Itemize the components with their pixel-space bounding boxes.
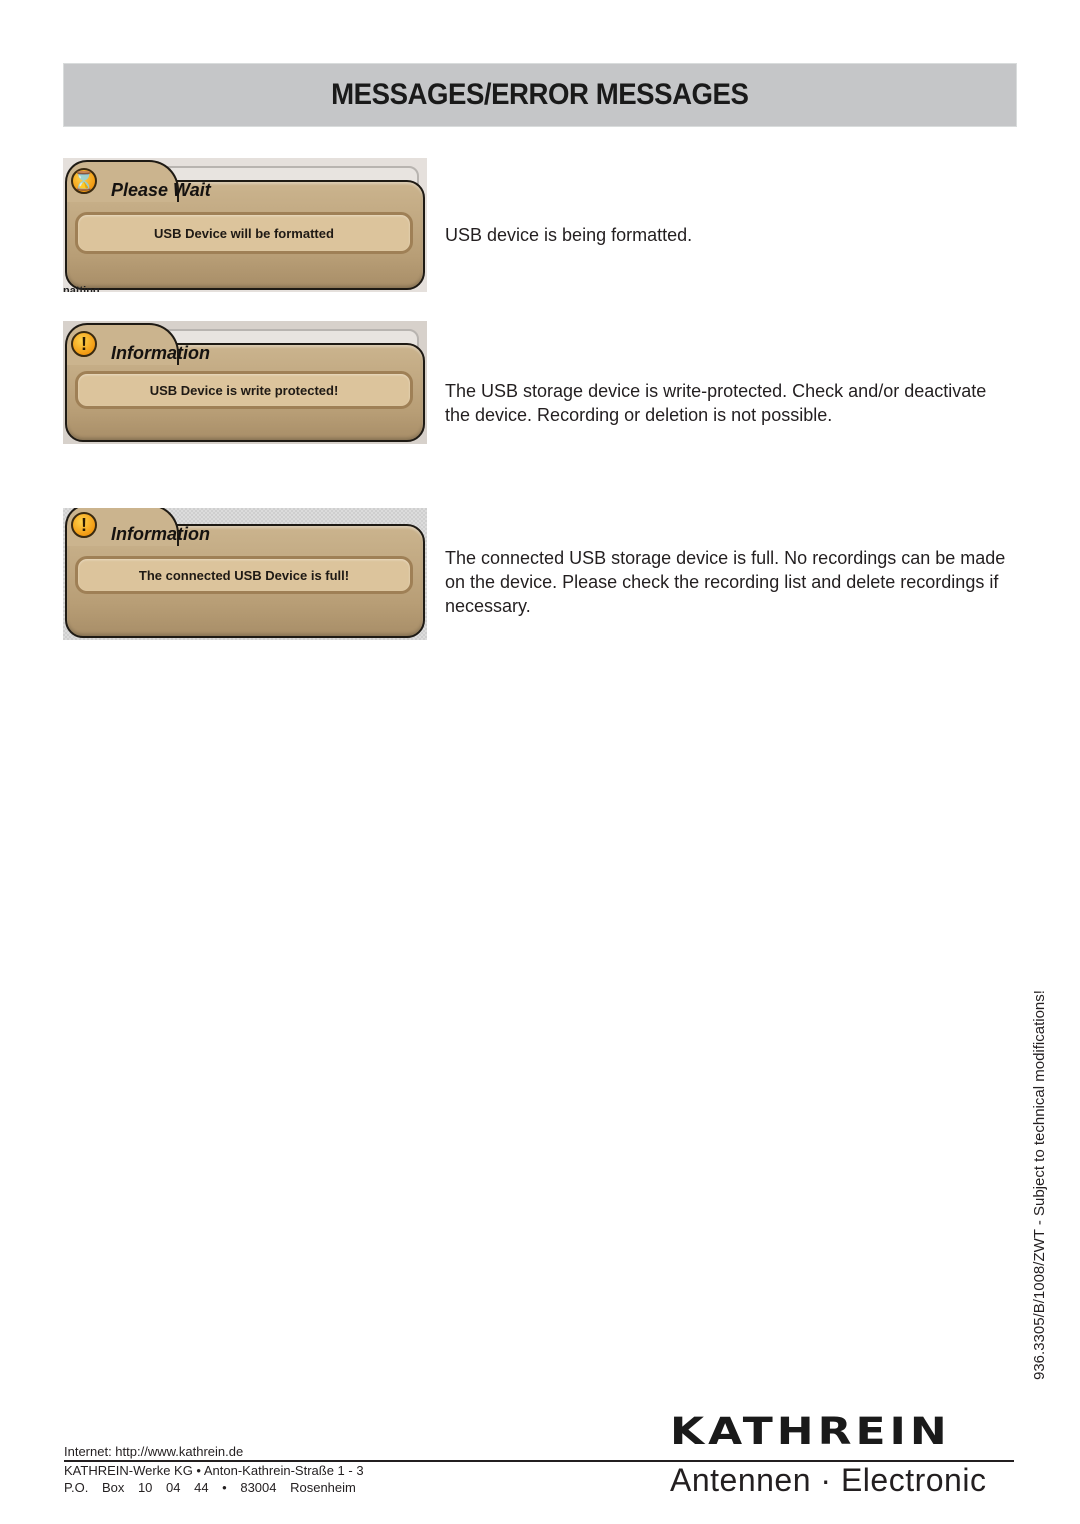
po-box-address: P.O. Box 10 04 44 • 83004 Rosenheim <box>64 1480 356 1495</box>
dialog-screenshot-device-full: ! Information The connected USB Device i… <box>63 508 427 640</box>
dialog-screenshot-write-protected: ! Information USB Device is write protec… <box>63 321 427 444</box>
dialog-title: Please Wait <box>111 180 211 200</box>
hourglass-icon: ⌛ <box>71 168 97 194</box>
background-text-fragment: natting. <box>63 286 103 292</box>
message-description: The USB storage device is write-protecte… <box>445 381 987 425</box>
message-dialog: ! Information The connected USB Device i… <box>65 508 425 638</box>
document-reference-note: 936.3305/B/1008/ZWT - Subject to technic… <box>1031 990 1048 1380</box>
section-title: MESSAGES/ERROR MESSAGES <box>331 78 749 111</box>
message-dialog: ! Information USB Device is write protec… <box>65 323 425 442</box>
company-address: KATHREIN-Werke KG • Anton-Kathrein-Straß… <box>64 1463 364 1478</box>
dialog-message: USB Device is write protected! <box>75 371 413 409</box>
section-header: MESSAGES/ERROR MESSAGES <box>63 63 1017 127</box>
message-description: The connected USB storage device is full… <box>445 548 1006 616</box>
exclamation-icon: ! <box>71 331 97 357</box>
message-dialog: ⌛ Please Wait USB Device will be formatt… <box>65 160 425 290</box>
kathrein-logo: KATHREIN <box>670 1409 951 1454</box>
dialog-message: USB Device will be formatted <box>75 212 413 254</box>
website-link[interactable]: Internet: http://www.kathrein.de <box>64 1443 424 1460</box>
company-tagline: Antennen · Electronic <box>670 1462 987 1498</box>
message-description: USB device is being formatted. <box>445 225 693 245</box>
dialog-screenshot-please-wait: ⌛ Please Wait USB Device will be formatt… <box>63 158 427 292</box>
exclamation-icon: ! <box>71 512 97 538</box>
dialog-title: Information <box>111 343 210 363</box>
dialog-title: Information <box>111 524 210 544</box>
footer-address: Internet: http://www.kathrein.de KATHREI… <box>64 1443 424 1496</box>
dialog-message: The connected USB Device is full! <box>75 556 413 594</box>
